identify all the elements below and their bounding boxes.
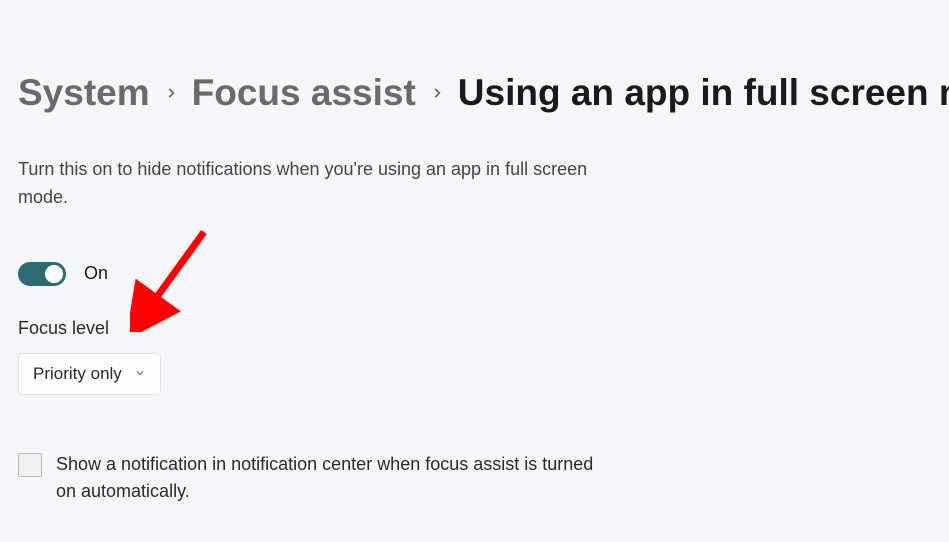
feature-toggle[interactable] (18, 262, 66, 286)
chevron-right-icon (430, 86, 444, 100)
focus-level-dropdown[interactable]: Priority only (18, 353, 161, 395)
breadcrumb: System Focus assist Using an app in full… (18, 0, 931, 114)
toggle-state-label: On (84, 263, 108, 284)
chevron-down-icon (134, 364, 146, 384)
toggle-row: On (18, 262, 931, 286)
breadcrumb-link-system[interactable]: System (18, 72, 150, 114)
toggle-knob (45, 265, 63, 283)
dropdown-selected-value: Priority only (33, 364, 122, 384)
page-description: Turn this on to hide notifications when … (18, 156, 598, 212)
breadcrumb-link-focus-assist[interactable]: Focus assist (192, 72, 416, 114)
chevron-right-icon (164, 86, 178, 100)
notification-checkbox[interactable] (18, 453, 42, 477)
breadcrumb-current: Using an app in full screen mode (458, 72, 949, 114)
notification-checkbox-label: Show a notification in notification cent… (56, 451, 598, 505)
focus-level-label: Focus level (18, 318, 931, 339)
notification-checkbox-row: Show a notification in notification cent… (18, 451, 598, 505)
